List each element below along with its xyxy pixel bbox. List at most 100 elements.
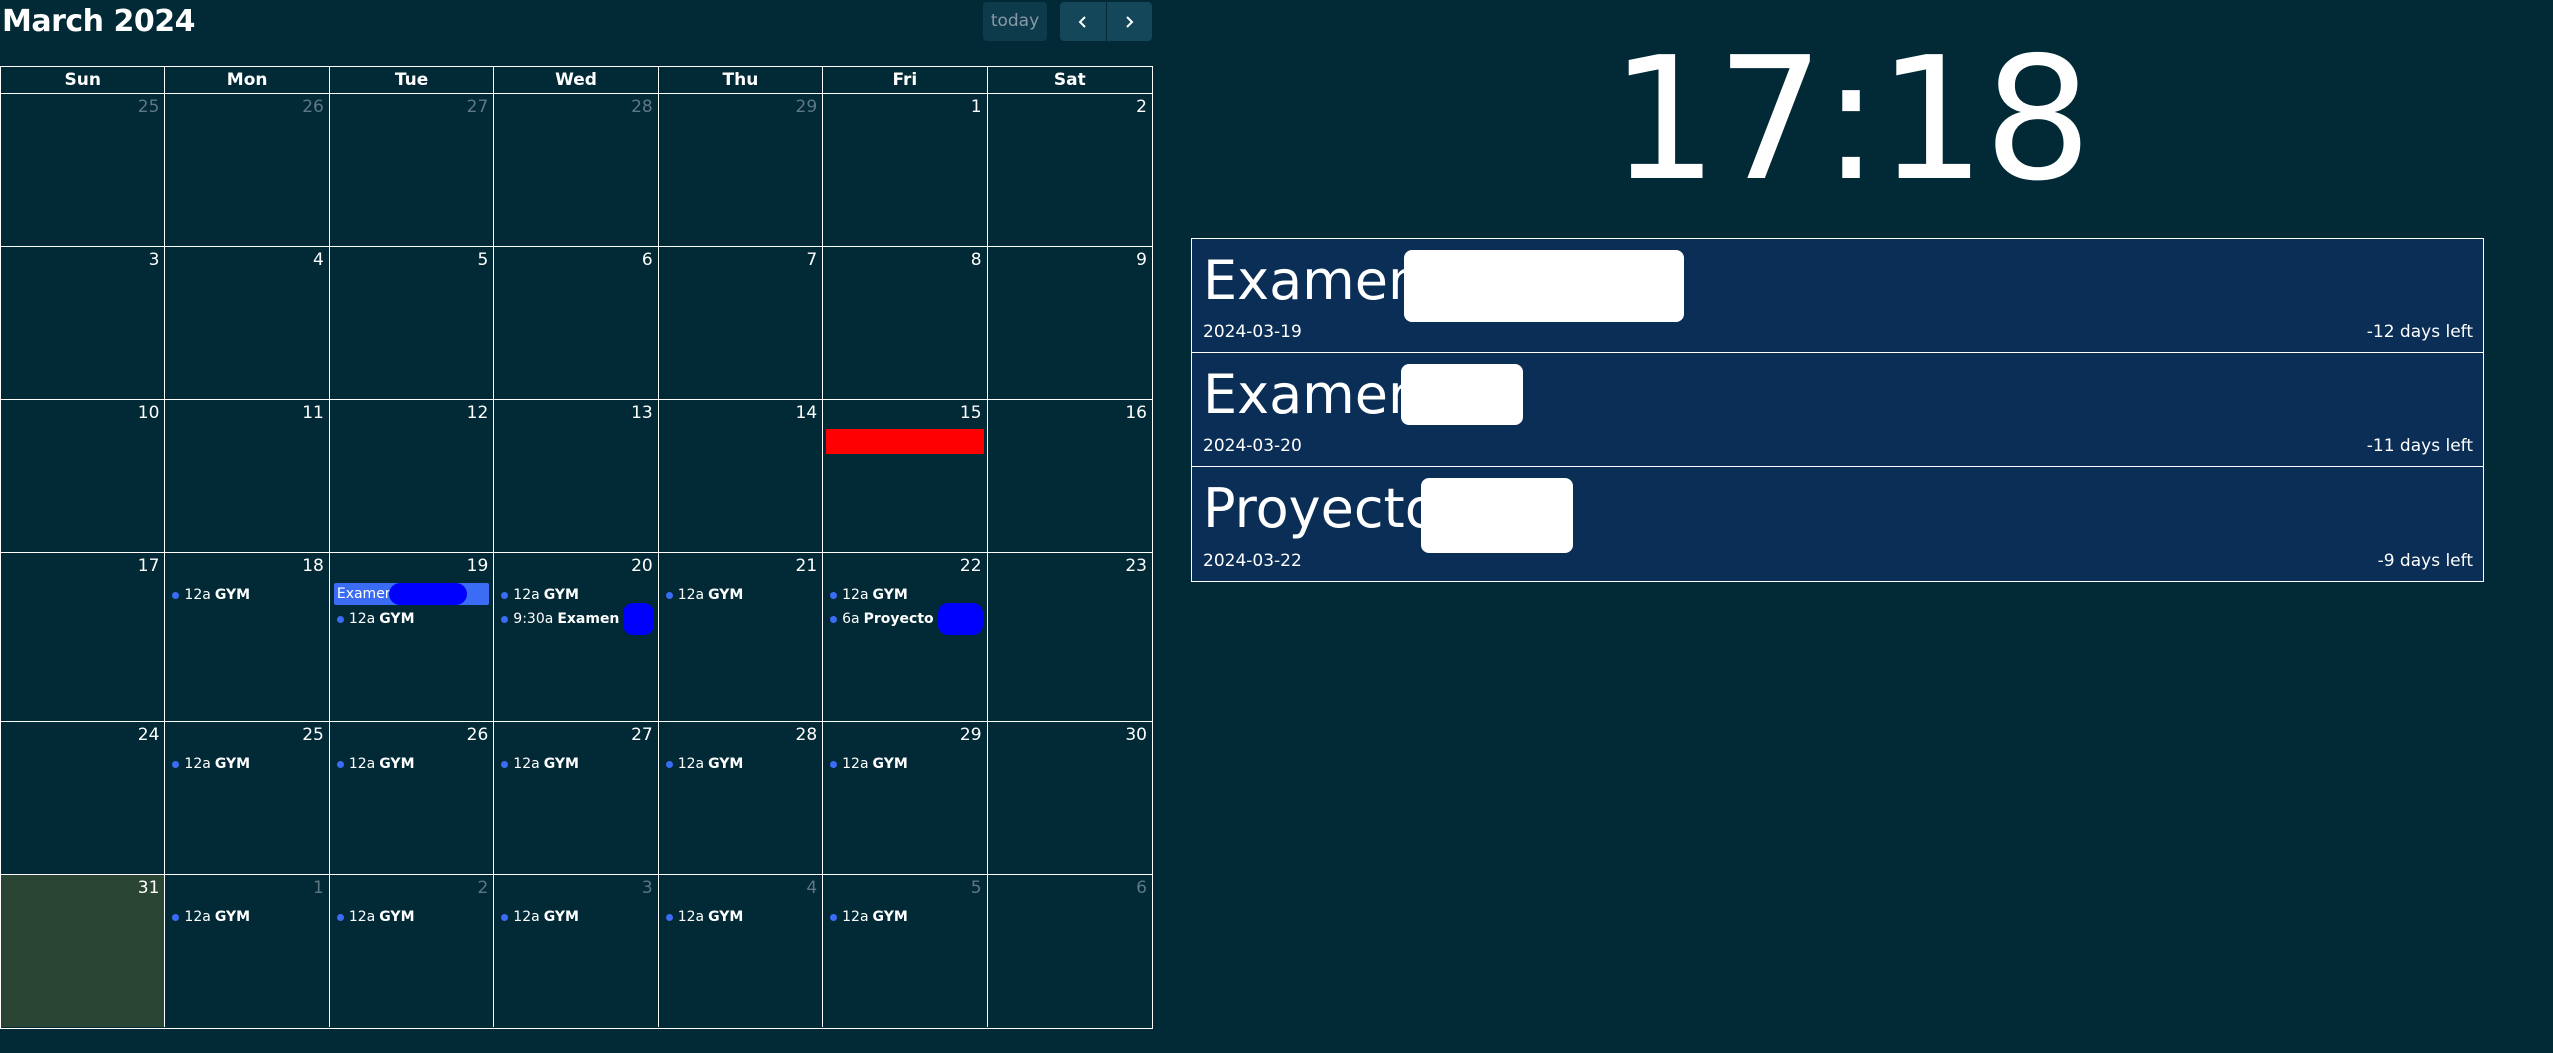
day-number[interactable]: 27 [631, 725, 653, 745]
day-cell[interactable]: 12 [330, 400, 495, 552]
day-cell[interactable]: 17 [1, 553, 166, 721]
event-item[interactable]: 12a GYM [169, 905, 324, 929]
day-number[interactable]: 18 [302, 556, 324, 576]
day-number[interactable]: 7 [806, 250, 817, 270]
day-number[interactable]: 5 [477, 250, 488, 270]
day-number[interactable]: 6 [642, 250, 653, 270]
day-cell[interactable]: 22 12a GYM 6a Proyecto [823, 553, 988, 721]
event-item[interactable]: 12a GYM [169, 752, 324, 776]
day-number[interactable]: 23 [1125, 556, 1147, 576]
day-number[interactable]: 2 [1136, 97, 1147, 117]
day-number[interactable]: 10 [138, 403, 160, 423]
day-number[interactable]: 4 [806, 878, 817, 898]
day-number[interactable]: 25 [138, 97, 160, 117]
day-number[interactable]: 22 [960, 556, 982, 576]
day-cell[interactable]: 14 [659, 400, 824, 552]
event-item[interactable]: 9:30a Examen [498, 603, 654, 635]
day-number[interactable]: 12 [467, 403, 489, 423]
day-number[interactable]: 17 [138, 556, 160, 576]
day-number[interactable]: 26 [467, 725, 489, 745]
day-cell[interactable]: 30 [988, 722, 1152, 874]
day-number[interactable]: 9 [1136, 250, 1147, 270]
day-number[interactable]: 27 [467, 97, 489, 117]
day-cell[interactable]: 25 12a GYM [165, 722, 330, 874]
today-button[interactable]: today [983, 2, 1047, 41]
day-cell[interactable]: 13 [494, 400, 659, 552]
event-item[interactable]: 12a GYM [827, 905, 982, 929]
day-number[interactable]: 2 [477, 878, 488, 898]
day-cell[interactable]: 4 [165, 247, 330, 399]
day-cell[interactable]: 8 [823, 247, 988, 399]
day-cell[interactable]: 21 12a GYM [659, 553, 824, 721]
day-cell[interactable]: 25 [1, 94, 166, 246]
day-cell[interactable]: 3 12a GYM [494, 875, 659, 1027]
day-number[interactable]: 5 [971, 878, 982, 898]
day-cell[interactable]: 2 [988, 94, 1152, 246]
day-cell[interactable]: 28 12a GYM [659, 722, 824, 874]
event-item[interactable]: 12a GYM [663, 905, 818, 929]
day-number[interactable]: 3 [642, 878, 653, 898]
day-number[interactable]: 15 [960, 403, 982, 423]
day-number[interactable]: 25 [302, 725, 324, 745]
event-item[interactable]: 12a GYM [334, 607, 489, 631]
day-number[interactable]: 28 [631, 97, 653, 117]
day-cell[interactable]: 27 [330, 94, 495, 246]
day-number[interactable]: 1 [971, 97, 982, 117]
day-cell[interactable]: 29 12a GYM [823, 722, 988, 874]
day-cell[interactable]: 5 [330, 247, 495, 399]
event-item[interactable]: 12a GYM [498, 752, 653, 776]
allday-event-bar[interactable]: Examen [333, 583, 490, 605]
day-cell[interactable]: 28 [494, 94, 659, 246]
day-number[interactable]: 13 [631, 403, 653, 423]
day-cell[interactable]: 23 [988, 553, 1152, 721]
highlight-event-bar[interactable] [826, 429, 984, 454]
day-cell[interactable]: 24 [1, 722, 166, 874]
event-item[interactable]: 12a GYM [169, 583, 324, 607]
day-number[interactable]: 8 [971, 250, 982, 270]
event-item[interactable]: 12a GYM [827, 752, 982, 776]
prev-month-button[interactable] [1060, 2, 1107, 41]
day-number[interactable]: 19 [467, 556, 489, 576]
event-item[interactable]: 6a Proyecto [827, 603, 983, 635]
event-item[interactable]: 12a GYM [334, 905, 489, 929]
event-item[interactable]: 12a GYM [334, 752, 489, 776]
day-cell[interactable]: 18 12a GYM [165, 553, 330, 721]
event-item[interactable]: 12a GYM [498, 905, 653, 929]
day-cell[interactable]: 9 [988, 247, 1152, 399]
day-cell[interactable]: 6 [494, 247, 659, 399]
day-number[interactable]: 26 [302, 97, 324, 117]
day-cell[interactable]: 10 [1, 400, 166, 552]
day-number[interactable]: 20 [631, 556, 653, 576]
day-number[interactable]: 14 [796, 403, 818, 423]
day-number[interactable]: 31 [138, 878, 160, 898]
day-cell[interactable]: 19 Examen 12a GYM [330, 553, 495, 721]
day-cell[interactable]: 4 12a GYM [659, 875, 824, 1027]
event-item[interactable]: 12a GYM [663, 752, 818, 776]
day-cell[interactable]: 16 [988, 400, 1152, 552]
day-cell[interactable]: 20 12a GYM 9:30a Examen [494, 553, 659, 721]
day-number[interactable]: 28 [796, 725, 818, 745]
event-item[interactable]: 12a GYM [663, 583, 818, 607]
day-number[interactable]: 1 [313, 878, 324, 898]
day-cell[interactable]: 29 [659, 94, 824, 246]
day-number[interactable]: 11 [302, 403, 324, 423]
day-cell[interactable]: 27 12a GYM [494, 722, 659, 874]
day-number[interactable]: 3 [149, 250, 160, 270]
day-number[interactable]: 30 [1125, 725, 1147, 745]
day-cell[interactable]: 26 [165, 94, 330, 246]
day-cell[interactable]: 6 [988, 875, 1152, 1027]
day-cell[interactable]: 5 12a GYM [823, 875, 988, 1027]
day-number[interactable]: 29 [796, 97, 818, 117]
day-cell[interactable]: 2 12a GYM [330, 875, 495, 1027]
day-cell[interactable]: 3 [1, 247, 166, 399]
day-number[interactable]: 24 [138, 725, 160, 745]
day-cell[interactable]: 11 [165, 400, 330, 552]
day-cell[interactable]: 26 12a GYM [330, 722, 495, 874]
day-cell-today[interactable]: 31 [1, 875, 166, 1027]
day-cell[interactable]: 7 [659, 247, 824, 399]
day-cell[interactable]: 1 12a GYM [165, 875, 330, 1027]
day-number[interactable]: 21 [796, 556, 818, 576]
day-cell[interactable]: 1 [823, 94, 988, 246]
next-month-button[interactable] [1106, 2, 1152, 41]
day-number[interactable]: 4 [313, 250, 324, 270]
